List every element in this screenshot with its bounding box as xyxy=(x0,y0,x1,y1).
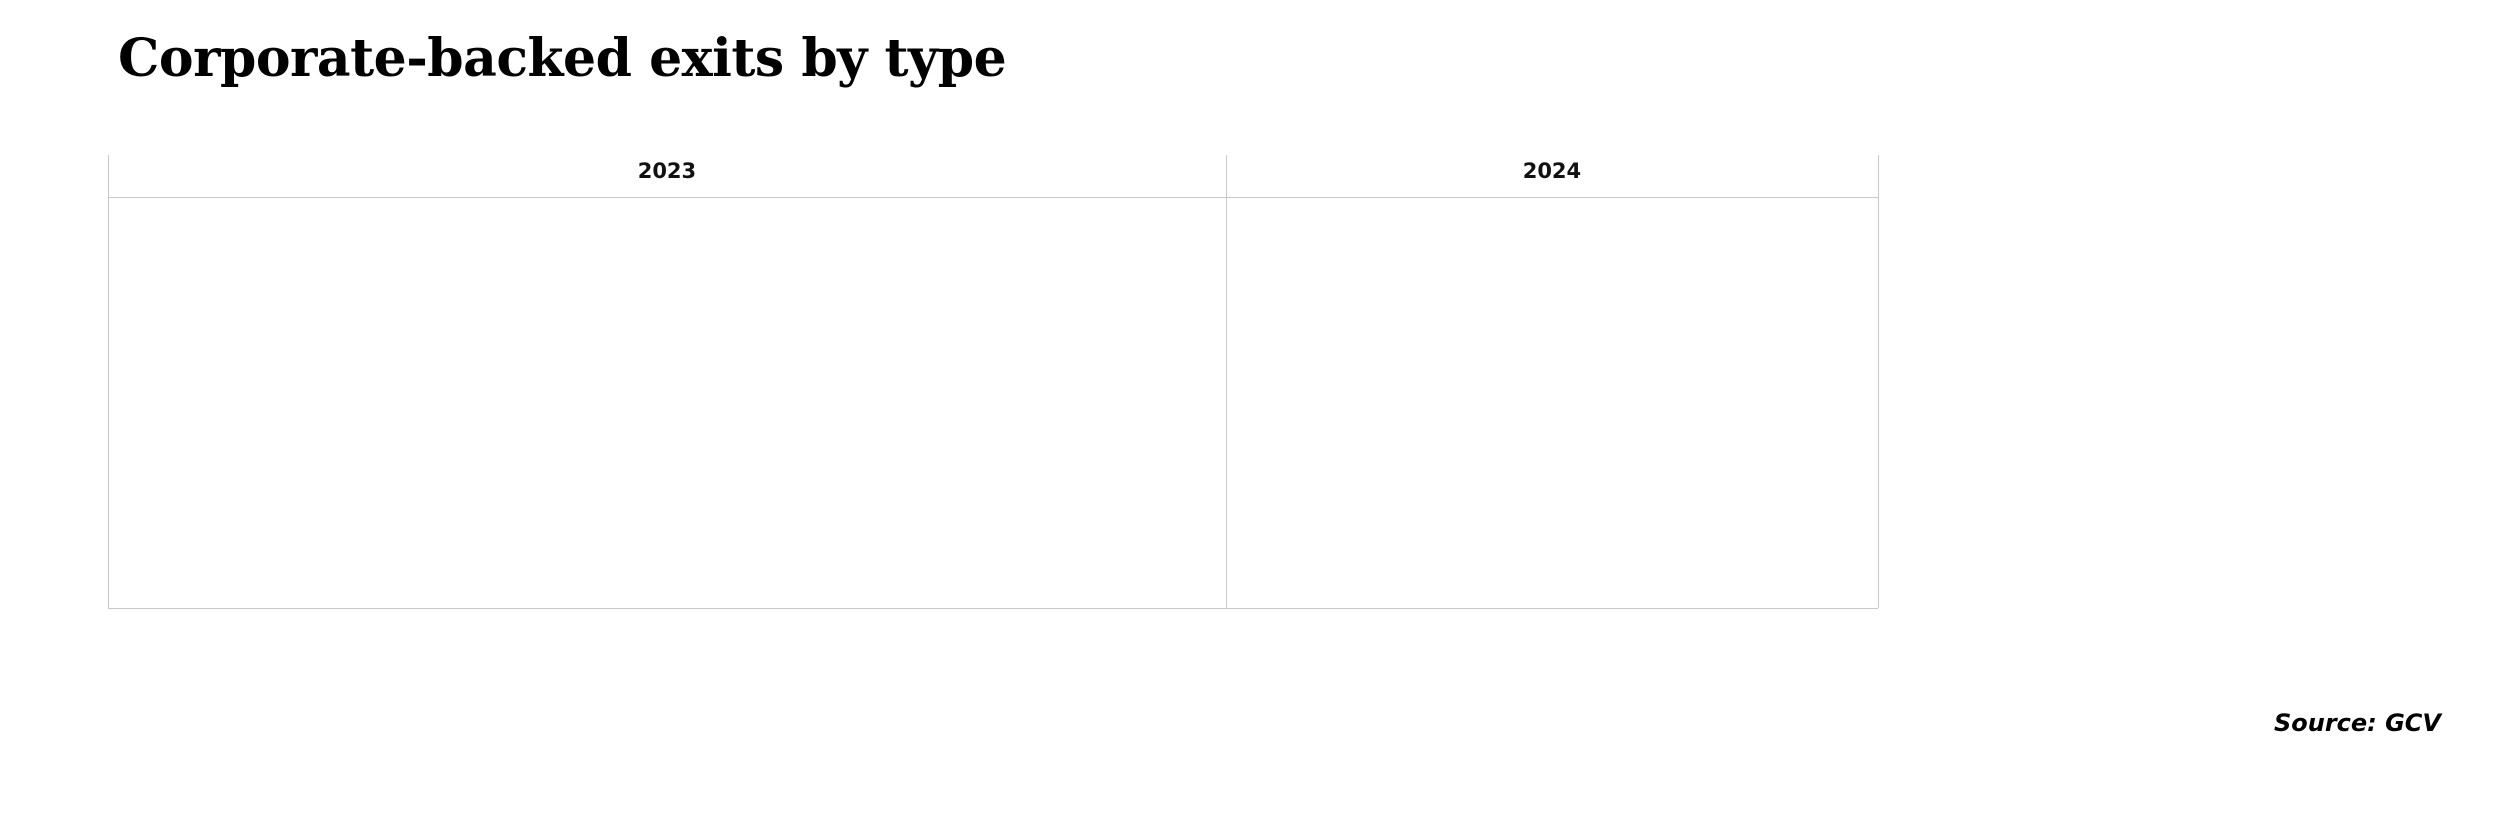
plot-left-edge-line xyxy=(108,155,109,608)
axis-baseline xyxy=(108,608,1878,609)
plot-area: 2023 2024 xyxy=(108,155,1879,680)
plot-right-edge-line xyxy=(1878,155,1879,608)
year-label-2024: 2024 xyxy=(1522,159,1582,183)
year-label-2023: 2023 xyxy=(637,159,697,183)
chart-page: Corporate-backed exits by type 2023 2024 … xyxy=(0,0,2503,832)
page-title: Corporate-backed exits by type xyxy=(118,28,1007,89)
year-header-band: 2023 2024 xyxy=(108,155,1878,197)
source-note: Source: GCV xyxy=(2273,709,2441,737)
bars-layer xyxy=(108,197,1878,608)
year-separator-line xyxy=(1225,155,1227,608)
